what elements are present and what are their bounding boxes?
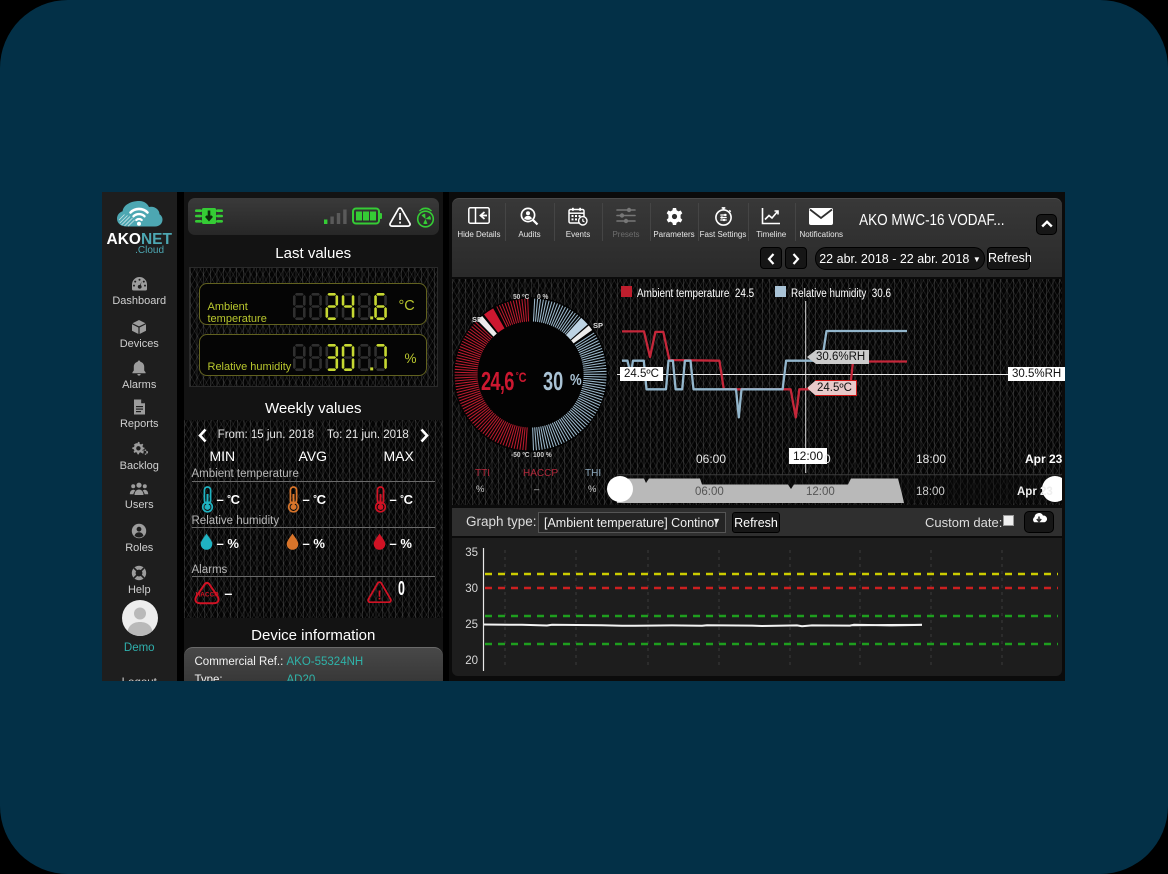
svg-text:18:00: 18:00	[916, 486, 945, 498]
svg-text:35: 35	[465, 547, 478, 559]
svg-text:20: 20	[465, 655, 478, 667]
svg-text:Apr 23: Apr 23	[1017, 486, 1053, 498]
svg-text:06:00: 06:00	[695, 486, 724, 498]
svg-text:HACCP: HACCP	[195, 592, 218, 599]
svg-text:12:00: 12:00	[806, 486, 835, 498]
svg-text:!: !	[377, 588, 381, 603]
svg-text:25: 25	[465, 619, 478, 631]
svg-text:30: 30	[465, 583, 478, 595]
